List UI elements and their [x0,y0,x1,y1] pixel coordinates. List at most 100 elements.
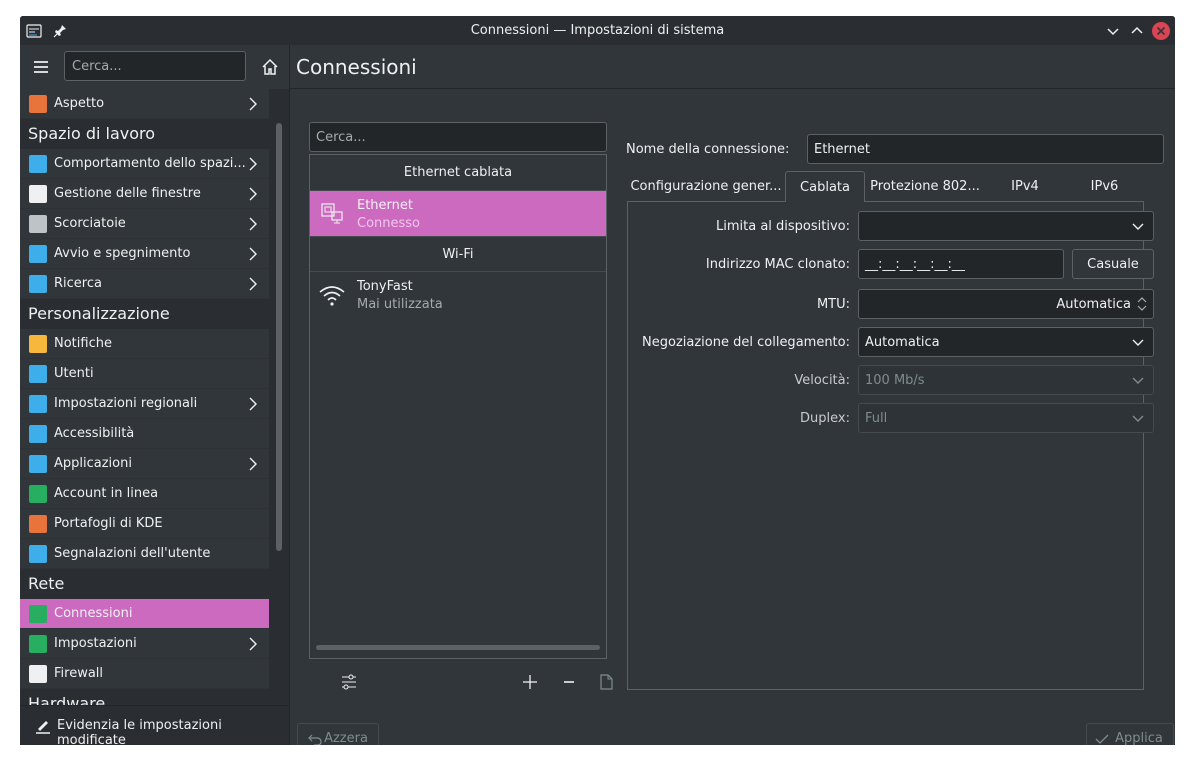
sidebar-item[interactable]: Applicazioni [20,449,269,479]
sidebar-item-label: Avvio e spegnimento [54,246,191,261]
sidebar-item-label: Portafogli di KDE [54,516,163,531]
sidebar-category: Hardware [20,689,269,705]
sidebar-item-label: Account in linea [54,486,159,501]
sidebar-item[interactable]: Notifiche [20,329,269,359]
limit-device-label: Limita al dispositivo: [716,219,850,234]
connection-item-ethernet[interactable]: Ethernet Connesso [310,191,606,236]
configure-icon[interactable] [340,673,358,691]
sidebar-item-label: Comportamento dello spazi... [54,156,246,171]
sidebar: Cerca... Aspetto Spazio di lavoro Comporta… [20,45,290,745]
close-button[interactable] [1152,22,1170,40]
chevron-right-icon [249,187,257,201]
close-icon [1156,26,1166,36]
sidebar-search-input[interactable]: Cerca... [64,51,246,81]
mtu-spinbox[interactable]: Automatica [858,289,1154,319]
sidebar-item[interactable]: Gestione delle finestre [20,179,269,209]
title-bar[interactable]: Connessioni — Impostazioni di sistema [20,16,1175,45]
sidebar-item[interactable]: Impostazioni regionali [20,389,269,419]
export-connection-icon[interactable] [597,673,615,691]
window-title: Connessioni — Impostazioni di sistema [470,23,725,38]
sidebar-item[interactable]: Segnalazioni dell'utente [20,539,269,569]
reset-button[interactable]: Azzera [297,723,379,745]
random-mac-button[interactable]: Casuale [1072,249,1154,279]
sidebar-item[interactable]: Portafogli di KDE [20,509,269,539]
connection-name-label: Nome della connessione: [626,142,790,157]
home-icon[interactable] [260,57,280,77]
tab-wired[interactable]: Cablata [785,171,865,202]
globe-icon [29,635,47,653]
sidebar-item-label: Notifiche [54,336,112,351]
chevron-down-icon [1132,415,1144,422]
tab-8021x[interactable]: Protezione 802... [865,171,985,202]
group-header-wifi: Wi-Fi [310,236,606,272]
apply-label: Applica [1115,731,1163,745]
sidebar-category: Spazio di lavoro [20,119,269,149]
sidebar-item[interactable]: Avvio e spegnimento [20,239,269,269]
connections-search-placeholder: Cerca... [316,130,366,145]
highlight-changed-settings-button[interactable]: Evidenzia le impostazioni modificate [20,705,290,745]
negotiation-select[interactable]: Automatica [858,327,1154,357]
sidebar-item-label: Firewall [54,666,104,681]
chevron-down-icon [1132,377,1144,384]
sidebar-item-label: Accessibilità [54,426,135,441]
sidebar-item[interactable]: Accessibilità [20,419,269,449]
sidebar-item-label: Utenti [54,366,94,381]
page-title: Connessioni [296,55,417,79]
sidebar-category: Rete [20,569,269,599]
hamburger-menu-icon[interactable] [32,58,50,76]
limit-device-select[interactable] [858,211,1154,241]
mac-label: Indirizzo MAC clonato: [705,257,850,272]
mac-input[interactable]: __:__:__:__:__:__ [858,249,1064,279]
maximize-button[interactable] [1128,22,1146,40]
sidebar-item-label: Gestione delle finestre [54,186,201,201]
tab-general[interactable]: Configurazione gener... [627,171,785,202]
mac-value: __:__:__:__:__:__ [865,257,965,272]
chevron-right-icon [249,247,257,261]
chevron-right-icon [249,637,257,651]
chevron-right-icon [249,97,257,111]
sidebar-item[interactable]: Ricerca [20,269,269,299]
tab-ipv6[interactable]: IPv6 [1065,171,1144,202]
sidebar-scrollbar[interactable] [276,123,282,551]
undo-icon [308,734,322,745]
chevron-right-icon [249,277,257,291]
connection-status: Connesso [357,216,421,231]
minimize-button[interactable] [1104,22,1122,40]
add-connection-icon[interactable] [521,673,539,691]
chevron-right-icon [249,217,257,231]
sidebar-item[interactable]: Comportamento dello spazi... [20,149,269,179]
connection-item-tonyfast[interactable]: TonyFast Mai utilizzata [310,272,606,317]
window-management-icon [29,185,47,203]
sidebar-item[interactable]: Connessioni [20,599,269,629]
checkmark-icon [1095,734,1109,744]
connections-search-input[interactable]: Cerca... [309,122,607,152]
highlight-changed-label: Evidenzia le impostazioni modificate [57,718,222,745]
feedback-icon [29,545,47,563]
settings-tabs: Configurazione gener... Cablata Protezio… [627,171,1144,202]
sidebar-item[interactable]: Firewall [20,659,269,689]
connection-name-input[interactable]: Ethernet [807,134,1164,164]
spin-arrows-icon [1137,297,1147,311]
sidebar-item[interactable]: Utenti [20,359,269,389]
speed-select: 100 Mb/s [858,365,1154,395]
apply-button[interactable]: Applica [1086,723,1174,745]
sidebar-list: Aspetto Spazio di lavoro Comportamento del… [20,89,269,705]
sidebar-item[interactable]: Account in linea [20,479,269,509]
tab-ipv4[interactable]: IPv4 [985,171,1065,202]
connections-hscrollbar[interactable] [316,645,600,650]
accessibility-icon [29,425,47,443]
sidebar-category: Personalizzazione [20,299,269,329]
users-icon [29,365,47,383]
chevron-right-icon [249,157,257,171]
negotiation-label: Negoziazione del collegamento: [642,335,850,350]
connections-list: Ethernet cablata Ethernet Connesso Wi-Fi… [309,154,607,659]
sidebar-item[interactable]: Scorciatoie [20,209,269,239]
sidebar-item[interactable]: Aspetto [20,89,269,119]
startup-icon [29,245,47,263]
reset-label: Azzera [324,731,368,745]
remove-connection-icon[interactable] [560,673,578,691]
wallet-icon [29,515,47,533]
sidebar-item[interactable]: Impostazioni [20,629,269,659]
speed-value: 100 Mb/s [865,373,925,388]
duplex-select: Full [858,403,1154,433]
